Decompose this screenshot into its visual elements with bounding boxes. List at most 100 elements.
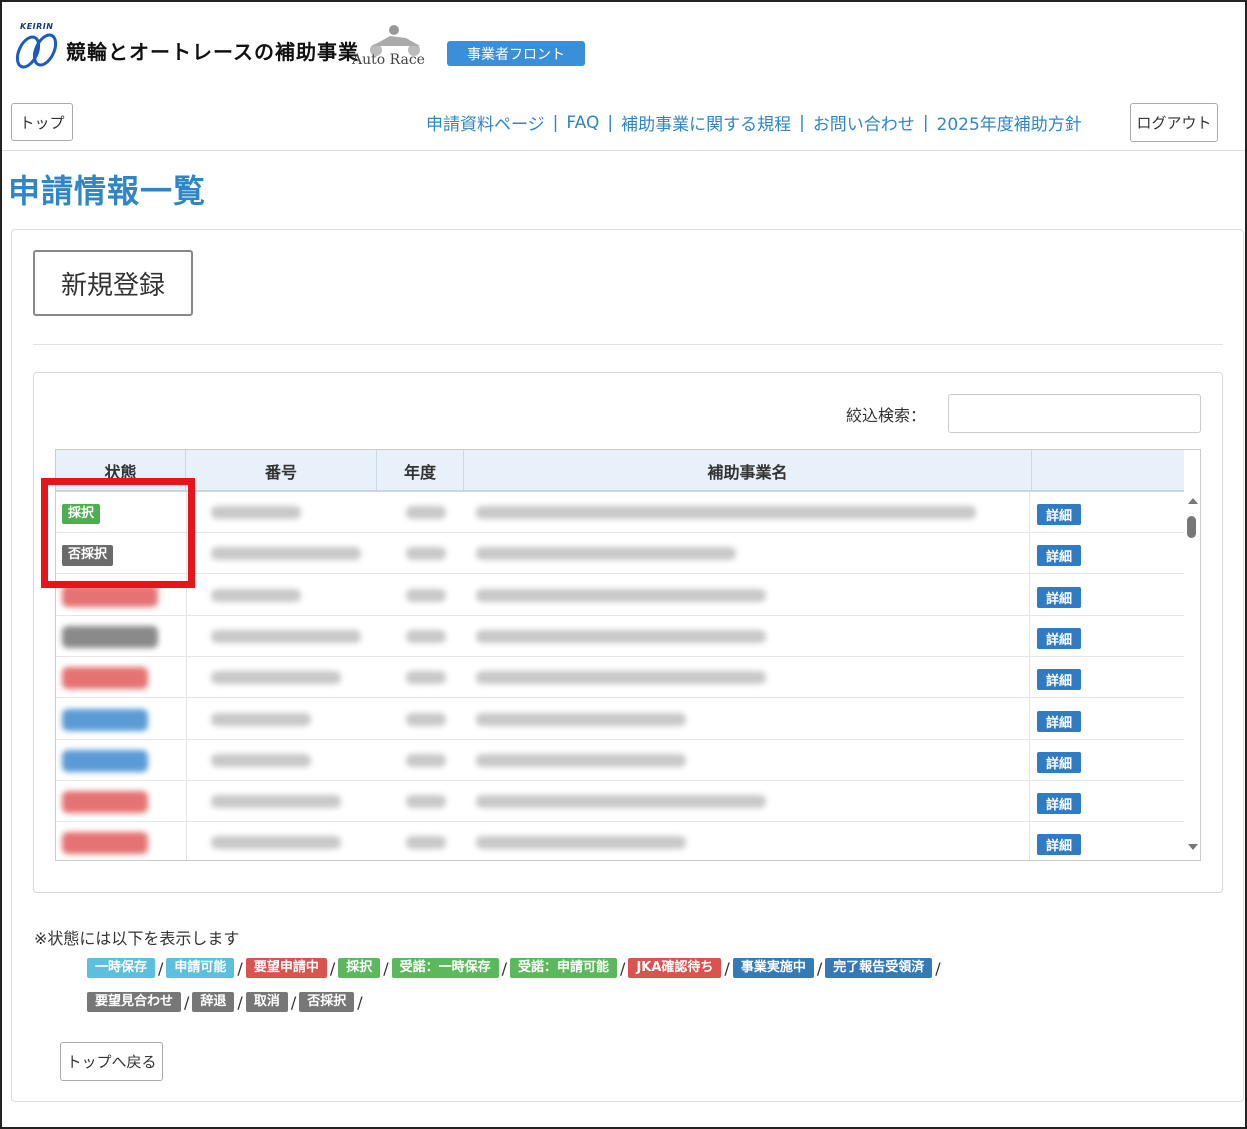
project-name-cell-redacted: [476, 795, 766, 809]
year-cell-redacted: [406, 588, 446, 602]
column-header-actions: [1032, 450, 1184, 492]
table-row: 詳細: [56, 781, 1184, 823]
number-cell-redacted: [211, 712, 311, 726]
content-divider: [33, 344, 1223, 345]
status-legend-row: 一時保存 / 申請可能 / 要望申請中 / 採択 / 受諾：一時保存 / 受諾：申請可能 / JKA確認…: [87, 958, 1087, 979]
nav-link-documents[interactable]: 申請資料ページ: [426, 110, 545, 135]
number-cell-redacted: [211, 795, 341, 809]
search-label: 絞込検索：: [846, 406, 927, 425]
legend-separator: /: [290, 992, 297, 1012]
detail-button[interactable]: 詳細: [1037, 669, 1081, 691]
number-cell-redacted: [211, 753, 311, 767]
header-nav: 申請資料ページ | FAQ | 補助事業に関する規程 | お問い合わせ | 20…: [426, 110, 1082, 136]
legend-status-badge: 事業実施中: [732, 958, 814, 979]
column-header-number[interactable]: 番号: [186, 450, 377, 492]
legend-status-badge: 受諾：一時保存: [391, 958, 499, 979]
legend-separator: /: [237, 992, 243, 1012]
detail-button[interactable]: 詳細: [1037, 545, 1081, 567]
legend-status-badge: 一時保存: [87, 958, 156, 979]
legend-separator: /: [724, 958, 730, 978]
detail-button[interactable]: 詳細: [1037, 834, 1081, 856]
scroll-thumb[interactable]: [1187, 516, 1196, 538]
legend-status-badge: 要望申請中: [245, 958, 327, 979]
nav-link-contact[interactable]: お問い合わせ: [813, 110, 915, 135]
top-button[interactable]: トップ: [11, 103, 73, 141]
year-cell-redacted: [406, 753, 446, 767]
logo-rings-icon: [15, 33, 58, 69]
project-name-cell-redacted: [476, 671, 766, 685]
table-scrollbar[interactable]: [1184, 492, 1200, 860]
number-cell-redacted: [211, 506, 301, 519]
detail-button[interactable]: 詳細: [1037, 751, 1081, 773]
year-cell-redacted: [406, 671, 446, 685]
new-registration-button[interactable]: 新規登録: [33, 250, 193, 316]
table-row: 否採択 詳細: [56, 533, 1184, 575]
table-row: 採択 詳細: [56, 492, 1184, 533]
status-cell: [62, 584, 158, 611]
project-name-cell-redacted: [476, 588, 766, 602]
nav-separator: |: [552, 112, 559, 133]
column-header-year[interactable]: 年度: [377, 450, 464, 492]
legend-separator: /: [329, 958, 336, 978]
nav-link-regulations[interactable]: 補助事業に関する規程: [621, 110, 791, 135]
legend-separator: /: [158, 958, 164, 978]
scroll-down-arrow-icon[interactable]: [1188, 844, 1198, 850]
back-to-top-button[interactable]: トップへ戻る: [60, 1042, 163, 1081]
number-cell-redacted: [211, 629, 361, 643]
search-input[interactable]: [948, 394, 1201, 433]
status-cell: [62, 667, 148, 693]
legend-status-badge: 完了報告受領済: [825, 958, 933, 979]
project-name-cell-redacted: [476, 712, 686, 726]
legend-separator: /: [620, 958, 626, 978]
table-row: 詳細: [56, 575, 1184, 616]
legend-separator: /: [237, 958, 243, 978]
legend-status-badge: 取消: [245, 992, 288, 1013]
legend-separator: /: [935, 958, 941, 978]
logo-title: 競輪とオートレースの補助事業: [66, 40, 359, 64]
status-cell: [62, 625, 158, 652]
legend-status-badge: 申請可能: [166, 958, 235, 979]
legend-status-badge: 受諾：申請可能: [510, 958, 618, 979]
status-badge-redacted: [62, 708, 148, 731]
number-cell-redacted: [211, 547, 361, 561]
legend-separator: /: [816, 958, 823, 978]
detail-button[interactable]: 詳細: [1037, 627, 1081, 649]
detail-button[interactable]: 詳細: [1037, 793, 1081, 815]
detail-button[interactable]: 詳細: [1037, 504, 1081, 525]
column-header-project-name[interactable]: 補助事業名: [464, 450, 1032, 492]
legend-separator: /: [184, 992, 190, 1012]
nav-link-policy[interactable]: 2025年度補助方針: [937, 110, 1082, 135]
project-name-cell-redacted: [476, 547, 736, 561]
status-cell: [62, 749, 148, 776]
year-cell-redacted: [406, 712, 446, 726]
status-badge-redacted: [62, 749, 148, 772]
status-badge-redacted: [62, 832, 148, 855]
project-name-cell-redacted: [476, 629, 766, 643]
detail-button[interactable]: 詳細: [1037, 586, 1081, 608]
front-badge: 事業者フロント: [447, 41, 585, 66]
table-header: 状態 番号 年度 補助事業名: [56, 450, 1184, 492]
status-legend-row: 要望見合わせ / 辞退 / 取消 / 否採択 /: [87, 992, 1087, 1013]
detail-button[interactable]: 詳細: [1037, 710, 1081, 732]
table-row: 詳細: [56, 699, 1184, 740]
number-cell-redacted: [211, 671, 341, 685]
logout-button[interactable]: ログアウト: [1130, 103, 1218, 142]
table-row: 詳細: [56, 822, 1184, 860]
highlight-box: [41, 478, 195, 588]
nav-separator: |: [799, 112, 805, 133]
legend-separator: /: [383, 958, 389, 978]
year-cell-redacted: [406, 506, 446, 519]
year-cell-redacted: [406, 795, 446, 809]
nav-link-faq[interactable]: FAQ: [566, 113, 599, 133]
table-row: 詳細: [56, 616, 1184, 657]
legend-note: ※状態には以下を表示します: [34, 929, 240, 948]
site-logo[interactable]: KEIRIN 競輪とオートレースの補助事業 Auto Race: [12, 22, 432, 72]
nav-separator: |: [607, 112, 614, 133]
project-name-cell-redacted: [476, 836, 686, 850]
scroll-up-arrow-icon[interactable]: [1188, 498, 1198, 504]
legend-status-badge: 辞退: [192, 992, 235, 1013]
project-name-cell-redacted: [476, 753, 686, 767]
status-badge-redacted: [62, 625, 158, 648]
year-cell-redacted: [406, 836, 446, 850]
legend-separator: /: [357, 992, 363, 1012]
